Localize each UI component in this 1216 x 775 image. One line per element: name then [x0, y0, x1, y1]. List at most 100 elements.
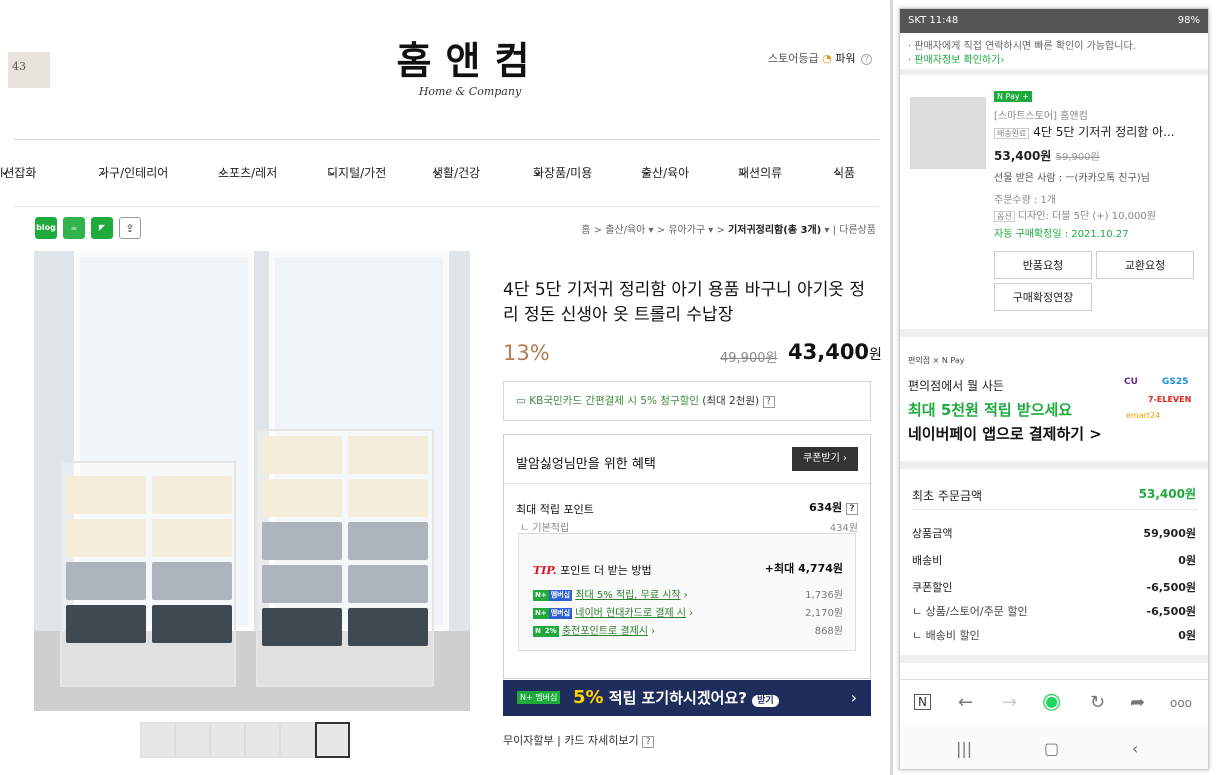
discount-rate: 13% — [503, 341, 550, 365]
thumbnail[interactable] — [210, 722, 245, 758]
drawer — [152, 605, 232, 643]
summary-value: 53,400원 — [1138, 487, 1196, 501]
card-icon: ▭ — [516, 395, 526, 407]
thumbnail[interactable] — [245, 722, 280, 758]
tip-value: 868원 — [814, 626, 843, 637]
cvs-line3[interactable]: 네이버페이 앱으로 결제하기 > — [908, 423, 1102, 444]
drawer — [262, 436, 342, 474]
thumbnail[interactable] — [280, 722, 315, 758]
cafe-share-icon[interactable]: ☕ — [63, 217, 85, 239]
thumbnail-selected[interactable] — [315, 722, 350, 758]
drawer — [348, 565, 428, 603]
recent-thumbnail[interactable]: 43 — [8, 52, 50, 88]
summary-label: 최초 주문금액 — [912, 489, 983, 503]
summary-label: 상품금액 — [912, 527, 953, 540]
naver-home-icon[interactable]: N — [914, 694, 931, 710]
tip-row[interactable]: N 2% 충전포인트로 결제시 › — [533, 622, 655, 637]
crumb-level2[interactable]: 유아가구 — [668, 225, 705, 236]
back-nav-icon[interactable]: ‹ — [1132, 739, 1138, 758]
drawer — [348, 436, 428, 474]
store-grade: 스토어등급 ◔ 파워 ? — [768, 50, 872, 66]
nav-item[interactable]: 패션의류 ⌄ — [738, 164, 782, 180]
summary-value: -6,500원 — [1146, 581, 1196, 594]
drawer — [262, 522, 342, 560]
drawer — [262, 608, 342, 646]
extend-confirm-button[interactable]: 구매확정연장 — [994, 283, 1092, 311]
seller-note: · 판매자에게 직접 연락하시면 빠른 확인이 가능합니다. — [908, 41, 1136, 52]
green-dot-icon[interactable]: ◉ — [1042, 689, 1061, 714]
store-product-page: 43 홈앤컴 Home & Company 스토어등급 ◔ 파워 ? l션잡화 … — [0, 0, 893, 775]
nav-item[interactable]: 스포츠/레저 ⌄ — [218, 164, 277, 180]
crumb-level1[interactable]: 출산/육아 — [605, 225, 645, 236]
max-point-label: 최대 적립 포인트 — [516, 503, 594, 516]
drawer — [152, 476, 232, 514]
item-price: 53,400원 59,900원 — [994, 149, 1100, 163]
benefit-title: 발암싫엉님만을 위한 혜택 — [516, 457, 656, 472]
help-icon[interactable]: ? — [642, 736, 655, 748]
npay-banner-text: 5% 적립 포기하시겠어요? 받기 — [573, 687, 779, 708]
basic-point-label: ㄴ 기본적립 — [520, 523, 570, 534]
divider — [912, 509, 1198, 510]
forward-icon[interactable]: → — [1002, 692, 1017, 713]
thumbnail[interactable] — [175, 722, 210, 758]
tip-box: TIP. 포인트 더 받는 방법 +최대 4,774원 N+ 멤버십 최대 5% … — [518, 533, 856, 651]
installment-link[interactable]: 무이자할부 — [503, 734, 554, 747]
bookmark-share-icon[interactable]: ◤ — [91, 217, 113, 239]
divider — [14, 206, 879, 207]
exchange-request-button[interactable]: 교환요청 — [1096, 251, 1194, 279]
item-name[interactable]: 배송완료 4단 5단 기저귀 정리함 아... — [994, 123, 1175, 140]
nav-item[interactable]: 출산/육아 ⌄ — [641, 164, 689, 180]
more-icon[interactable]: ooo — [1170, 696, 1192, 710]
npay-badge: N+ — [533, 607, 549, 619]
return-request-button[interactable]: 반품요청 — [994, 251, 1092, 279]
store-logo[interactable]: 홈앤컴 Home & Company — [380, 30, 560, 98]
back-icon[interactable]: ← — [958, 692, 973, 713]
basic-point-value: 434원 — [829, 523, 858, 534]
npay-badge: N+ 멤버십 — [517, 691, 561, 704]
nav-item[interactable]: 디지털/가전 ⌄ — [327, 164, 386, 180]
nav-item[interactable]: 식품 ⌄ — [833, 164, 855, 180]
product-title: 4단 5단 기저귀 정리함 아기 용품 바구니 아기옷 정리 정돈 신생아 옷 … — [503, 280, 866, 325]
nav-item[interactable]: l션잡화 ⌄ — [0, 164, 36, 180]
crumb-home[interactable]: 홈 — [581, 225, 590, 236]
nav-item[interactable]: 가구/인테리어 ⌄ — [98, 164, 168, 180]
browser-toolbar: N ← → ◉ ↻ ➦ ooo — [900, 679, 1208, 727]
seller-info-link[interactable]: · 판매자정보 확인하기› — [908, 51, 1004, 66]
benefit-box: 발암싫엉님만을 위한 혜택 쿠폰받기 › 최대 적립 포인트 634원 ? ㄴ … — [503, 434, 871, 679]
thumbnail[interactable] — [140, 722, 175, 758]
crumb-more[interactable]: 다른상품 — [839, 225, 876, 236]
coupon-button[interactable]: 쿠폰받기 › — [792, 447, 858, 471]
crumb-current[interactable]: 기저귀정리함(총 3개) — [728, 225, 821, 236]
refresh-icon[interactable]: ↻ — [1090, 692, 1105, 713]
cvs-line2[interactable]: 최대 5천원 적립 받으세요 — [908, 399, 1072, 420]
help-icon[interactable]: ? — [762, 396, 775, 408]
tip-row[interactable]: N+ 멤버십 최대 5% 적립, 무료 시작 › — [533, 586, 688, 601]
tip-value: 2,170원 — [805, 608, 843, 619]
summary-label: ㄴ 상품/스토어/주문 할인 — [912, 605, 1028, 618]
summary-label: 쿠폰할인 — [912, 581, 953, 594]
product-image[interactable] — [34, 251, 470, 711]
divider — [900, 329, 1208, 337]
nav-item[interactable]: 화장품/미용 ⌄ — [533, 164, 592, 180]
tip-row[interactable]: N+ 멤버십 네이버 현대카드로 결제 시 › — [533, 604, 693, 619]
npay-membership-banner[interactable]: N+ 멤버십 5% 적립 포기하시겠어요? 받기 › — [503, 680, 871, 716]
card-detail-link[interactable]: 카드 자세히보기 — [564, 734, 638, 747]
share-icon[interactable]: ⇪ — [119, 217, 141, 239]
store-grade-value: 파워 — [835, 52, 856, 65]
npay-badge: N+ — [533, 589, 549, 601]
home-icon[interactable]: ▢ — [1044, 739, 1059, 758]
nav-item[interactable]: 생활/건강 ⌄ — [432, 164, 480, 180]
divider — [900, 69, 1208, 75]
drawer — [66, 519, 146, 557]
card-promo[interactable]: ▭ KB국민카드 간편결제 시 5% 청구할인 (최대 2천원) ? — [503, 381, 871, 421]
card-promo-extra: (최대 2천원) — [702, 395, 760, 407]
blog-share-icon[interactable]: blog — [35, 217, 57, 239]
item-thumbnail[interactable] — [910, 97, 986, 169]
divider — [504, 483, 870, 484]
drawer — [262, 565, 342, 603]
help-icon[interactable]: ? — [846, 503, 858, 515]
share-icon[interactable]: ➦ — [1130, 692, 1145, 713]
help-icon[interactable]: ? — [861, 54, 872, 65]
recent-apps-icon[interactable]: ||| — [956, 739, 972, 758]
battery-level: 98% — [1177, 15, 1200, 26]
